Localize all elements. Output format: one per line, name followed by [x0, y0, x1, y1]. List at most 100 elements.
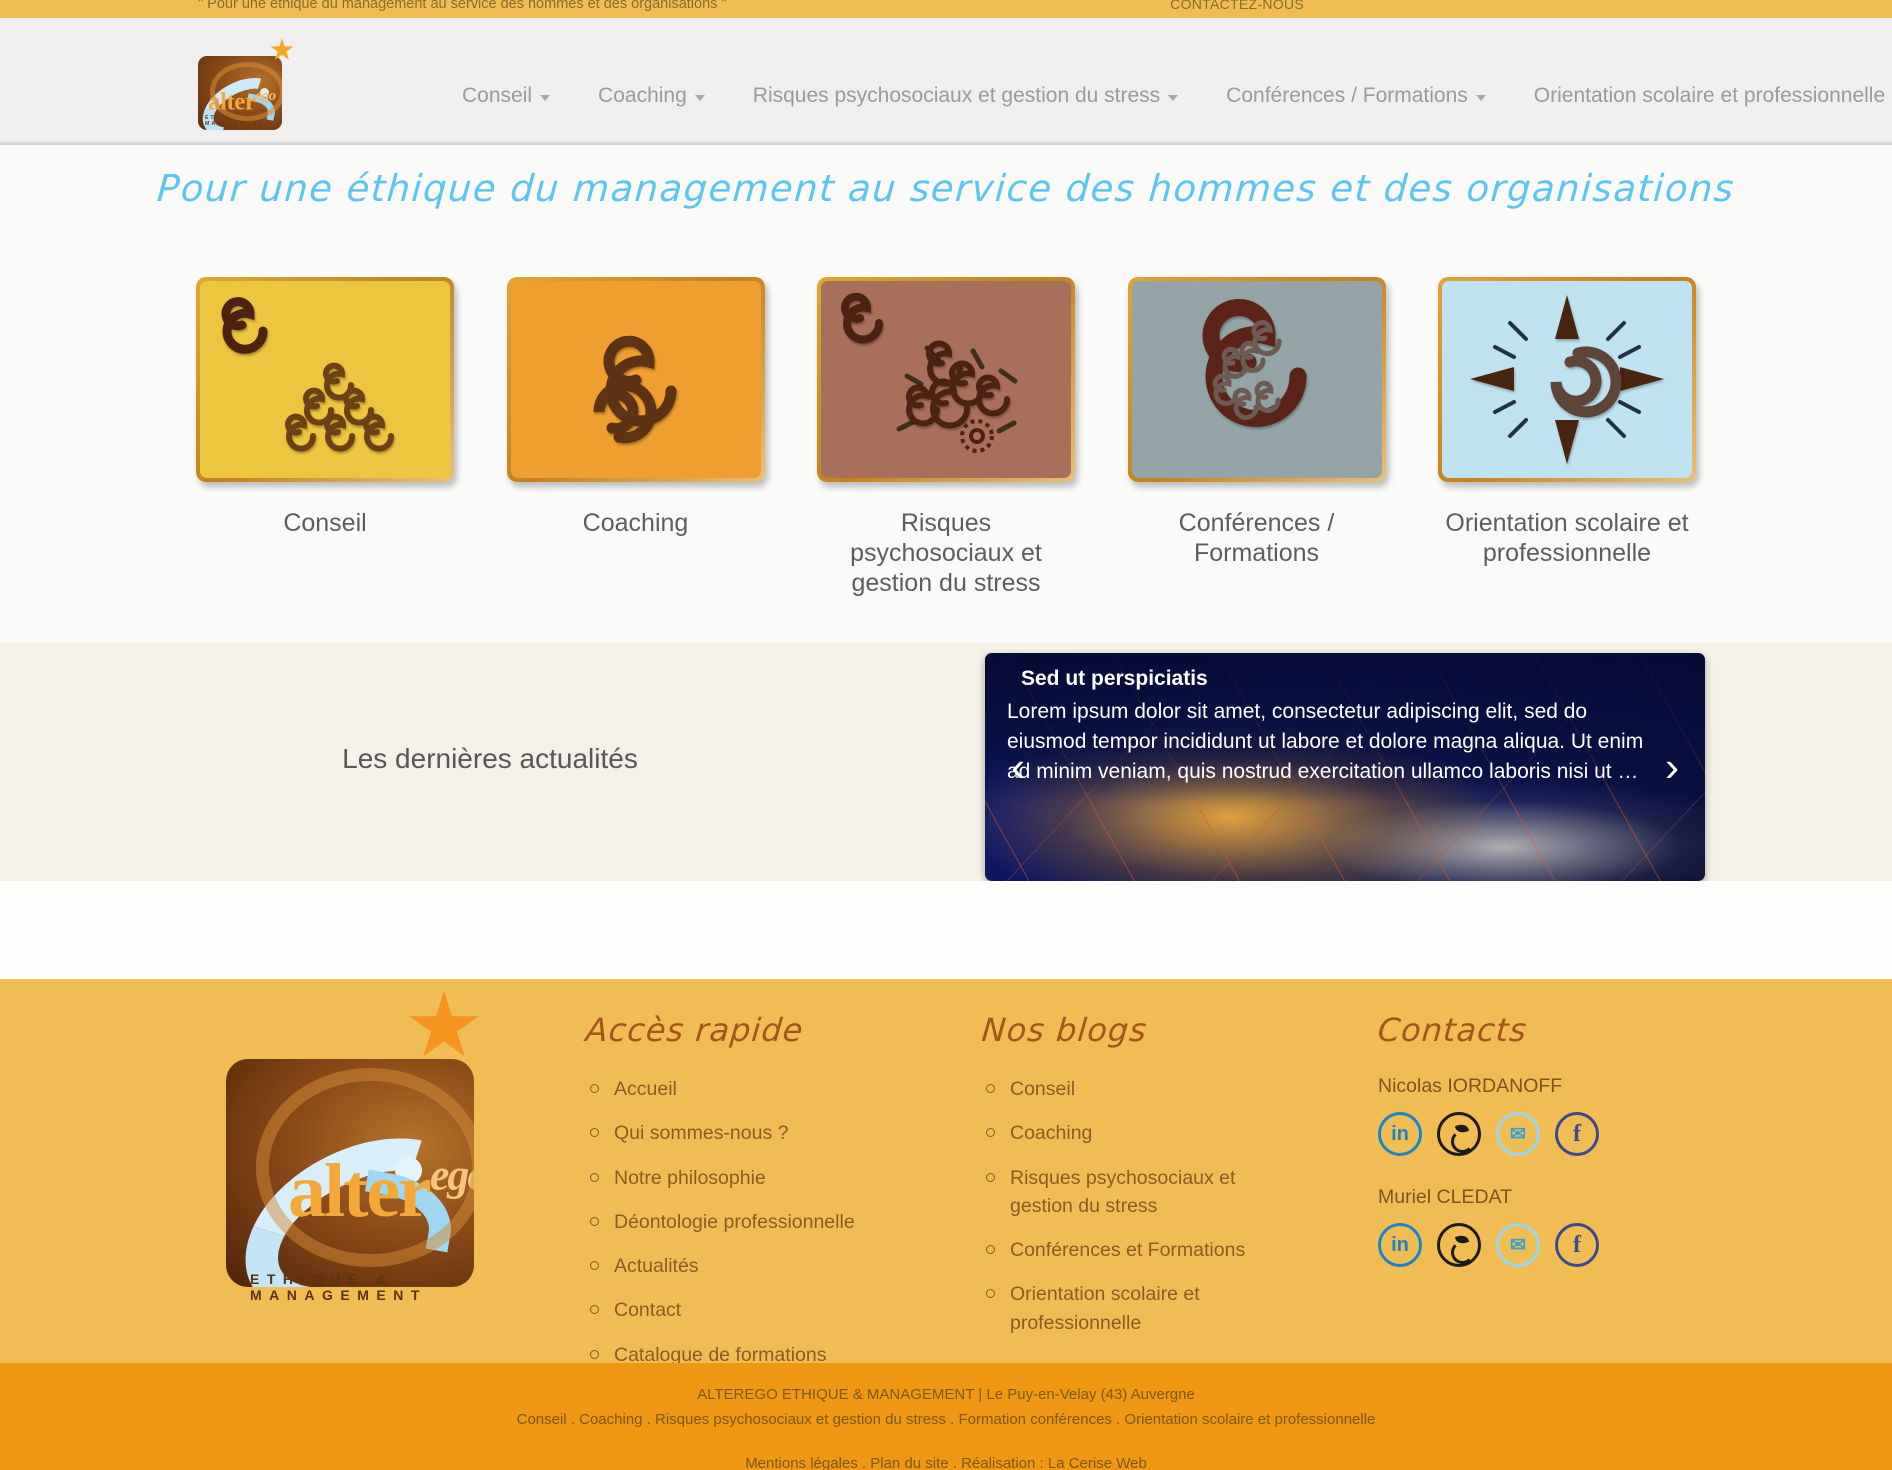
logo-square: alterego ETHIQUE & MANAGEMENT	[198, 56, 282, 130]
nested-spiral-icon	[1131, 281, 1382, 478]
nav-item-risques-psychosociaux[interactable]: Risques psychosociaux et gestion du stre…	[729, 84, 1202, 108]
card-artwork	[221, 297, 394, 452]
facebook-icon[interactable]: f	[1555, 1223, 1599, 1267]
nav-item-label: Orientation scolaire et professionnelle	[1533, 84, 1886, 107]
blogs-list: Conseil Coaching Risques psychosociaux e…	[982, 1075, 1282, 1337]
footer-column-quick-access: Accès rapide Accueil Qui sommes-nous ? N…	[584, 1011, 916, 1385]
card-artwork	[592, 335, 676, 444]
header-logo[interactable]: alterego ETHIQUE & MANAGEMENT	[192, 38, 296, 138]
list-item[interactable]: Déontologie professionnelle	[586, 1208, 916, 1236]
footer-logo-wordmark: alterego	[288, 1153, 474, 1229]
footer-logo-swoosh-icon	[226, 1101, 474, 1287]
contact-block-nicolas: Nicolas IORDANOFF in ✉ f	[1378, 1075, 1708, 1156]
viadeo-icon[interactable]	[1437, 1223, 1481, 1267]
white-spacer	[0, 881, 1892, 979]
service-card-label: Risques psychosociaux et gestion du stre…	[850, 509, 1042, 597]
linkedin-icon[interactable]: in	[1378, 1112, 1422, 1156]
carousel-text-overlay: Sed ut perspiciatis Lorem ipsum dolor si…	[985, 653, 1705, 805]
service-card-label: Orientation scolaire et professionnelle	[1445, 509, 1689, 567]
chevron-down-icon	[1168, 95, 1179, 101]
news-carousel[interactable]: Sed ut perspiciatis Lorem ipsum dolor si…	[985, 653, 1705, 881]
carousel-item-title: Sed ut perspiciatis	[1021, 667, 1208, 690]
quick-access-list: Accueil Qui sommes-nous ? Notre philosop…	[586, 1075, 916, 1369]
carousel-next-arrow-icon[interactable]: ›	[1665, 743, 1679, 791]
list-item[interactable]: Accueil	[586, 1075, 916, 1103]
footer-column-blogs: Nos blogs Conseil Coaching Risques psych…	[980, 1011, 1282, 1353]
footer-column-contacts: Contacts Nicolas IORDANOFF in ✉ f Muriel…	[1376, 1011, 1708, 1297]
card-artwork	[1202, 299, 1307, 427]
bottom-bar-legal-links[interactable]: Mentions légales . Plan du site . Réalis…	[0, 1455, 1892, 1470]
service-card-label: Conseil	[283, 509, 367, 537]
contact-person-name: Muriel CLEDAT	[1378, 1186, 1512, 1208]
nav-item-label: Coaching	[598, 84, 687, 107]
footer-logo-word-sup: ego	[429, 1150, 474, 1200]
service-card-coaching[interactable]: Coaching	[506, 277, 765, 598]
list-item[interactable]: Risques psychosociaux et gestion du stre…	[982, 1164, 1282, 1221]
list-item[interactable]: Orientation scolaire et professionnelle	[982, 1280, 1282, 1337]
nav-item-conseil[interactable]: Conseil	[438, 84, 574, 108]
list-item[interactable]: Actualités	[586, 1252, 916, 1280]
main-navigation: Conseil Coaching Risques psychosociaux e…	[438, 76, 1892, 116]
compass-rose-spiral-icon	[1442, 281, 1692, 478]
contact-block-muriel: Muriel CLEDAT in ✉ f	[1378, 1186, 1708, 1267]
service-card-label: Conférences / Formations	[1178, 509, 1335, 567]
logo-person-head-icon	[260, 88, 269, 97]
nav-item-conferences-formations[interactable]: Conférences / Formations	[1202, 84, 1510, 108]
contact-link[interactable]: CONTACTEZ-NOUS	[1170, 0, 1304, 12]
chevron-down-icon	[1475, 95, 1486, 101]
hero-title: Pour une éthique du management au servic…	[155, 167, 1737, 210]
facebook-icon[interactable]: f	[1555, 1112, 1599, 1156]
footer-logo-person-head-icon	[395, 1157, 422, 1184]
nav-item-label: Conférences / Formations	[1226, 84, 1468, 107]
footer-column-title: Contacts	[1376, 1011, 1529, 1049]
chevron-down-icon	[694, 95, 705, 101]
double-spiral-icon	[510, 281, 761, 478]
news-section: Les dernières actualités Sed ut perspici…	[0, 643, 1892, 881]
email-icon[interactable]: ✉	[1496, 1112, 1540, 1156]
service-card-label: Coaching	[582, 509, 689, 537]
carousel-item-body: Lorem ipsum dolor sit amet, consectetur …	[1007, 700, 1644, 783]
card-frame	[1438, 277, 1696, 482]
footer-logo-person-arm-icon	[356, 1169, 460, 1253]
footer-column-title: Nos blogs	[980, 1011, 1149, 1049]
list-item[interactable]: Notre philosophie	[586, 1164, 916, 1192]
footer-column-title: Accès rapide	[584, 1011, 806, 1049]
spiral-cluster-icon	[200, 281, 450, 478]
service-card-conseil[interactable]: Conseil	[196, 277, 454, 598]
footer-logo[interactable]: alterego ETHIQUE & MANAGEMENT	[196, 991, 496, 1331]
social-links-row: in ✉ f	[1378, 1223, 1708, 1267]
card-frame	[817, 277, 1075, 482]
nav-item-orientation-scolaire[interactable]: Orientation scolaire et professionnelle	[1510, 84, 1892, 108]
service-card-orientation-scolaire[interactable]: Orientation scolaire et professionnelle	[1438, 277, 1696, 598]
bottom-bar-company: ALTEREGO ETHIQUE & MANAGEMENT | Le Puy-e…	[697, 1386, 1195, 1403]
list-item[interactable]: Conseil	[982, 1075, 1282, 1103]
logo-wordmark: alterego	[208, 87, 276, 115]
card-frame	[196, 277, 454, 482]
email-icon[interactable]: ✉	[1496, 1223, 1540, 1267]
list-item[interactable]: Qui sommes-nous ?	[586, 1119, 916, 1147]
site-header: alterego ETHIQUE & MANAGEMENT Conseil Co…	[0, 18, 1892, 143]
service-card-list: Conseil Coaching Risques psychosociaux e…	[196, 277, 1696, 598]
service-card-conferences-formations[interactable]: Conférences / Formations	[1127, 277, 1386, 598]
card-frame	[506, 277, 765, 482]
bottom-bar-services: Conseil . Coaching . Risques psychosocia…	[516, 1410, 1376, 1428]
service-card-risques-psychosociaux[interactable]: Risques psychosociaux et gestion du stre…	[817, 277, 1075, 598]
logo-word-main: alter	[208, 88, 256, 115]
page-root: " Pour une éthique du management au serv…	[0, 0, 1892, 1470]
footer-logo-square: alterego	[226, 1059, 474, 1287]
viadeo-icon[interactable]	[1437, 1112, 1481, 1156]
site-footer: alterego ETHIQUE & MANAGEMENT Accès rapi…	[0, 979, 1892, 1366]
list-item[interactable]: Conférences et Formations	[982, 1236, 1282, 1264]
list-item[interactable]: Coaching	[982, 1119, 1282, 1147]
carousel-prev-arrow-icon[interactable]: ‹	[1011, 743, 1025, 791]
card-artwork	[1470, 295, 1664, 464]
hero-section: Pour une éthique du management au servic…	[0, 145, 1892, 643]
linkedin-icon[interactable]: in	[1378, 1223, 1422, 1267]
nav-item-label: Conseil	[462, 84, 533, 107]
top-bar: " Pour une éthique du management au serv…	[0, 0, 1892, 18]
list-item[interactable]: Contact	[586, 1296, 916, 1324]
nav-item-coaching[interactable]: Coaching	[574, 84, 729, 108]
footer-logo-star-icon	[409, 991, 479, 1057]
logo-word-sup: ego	[255, 87, 276, 104]
footer-logo-tagline: ETHIQUE & MANAGEMENT	[250, 1271, 427, 1303]
